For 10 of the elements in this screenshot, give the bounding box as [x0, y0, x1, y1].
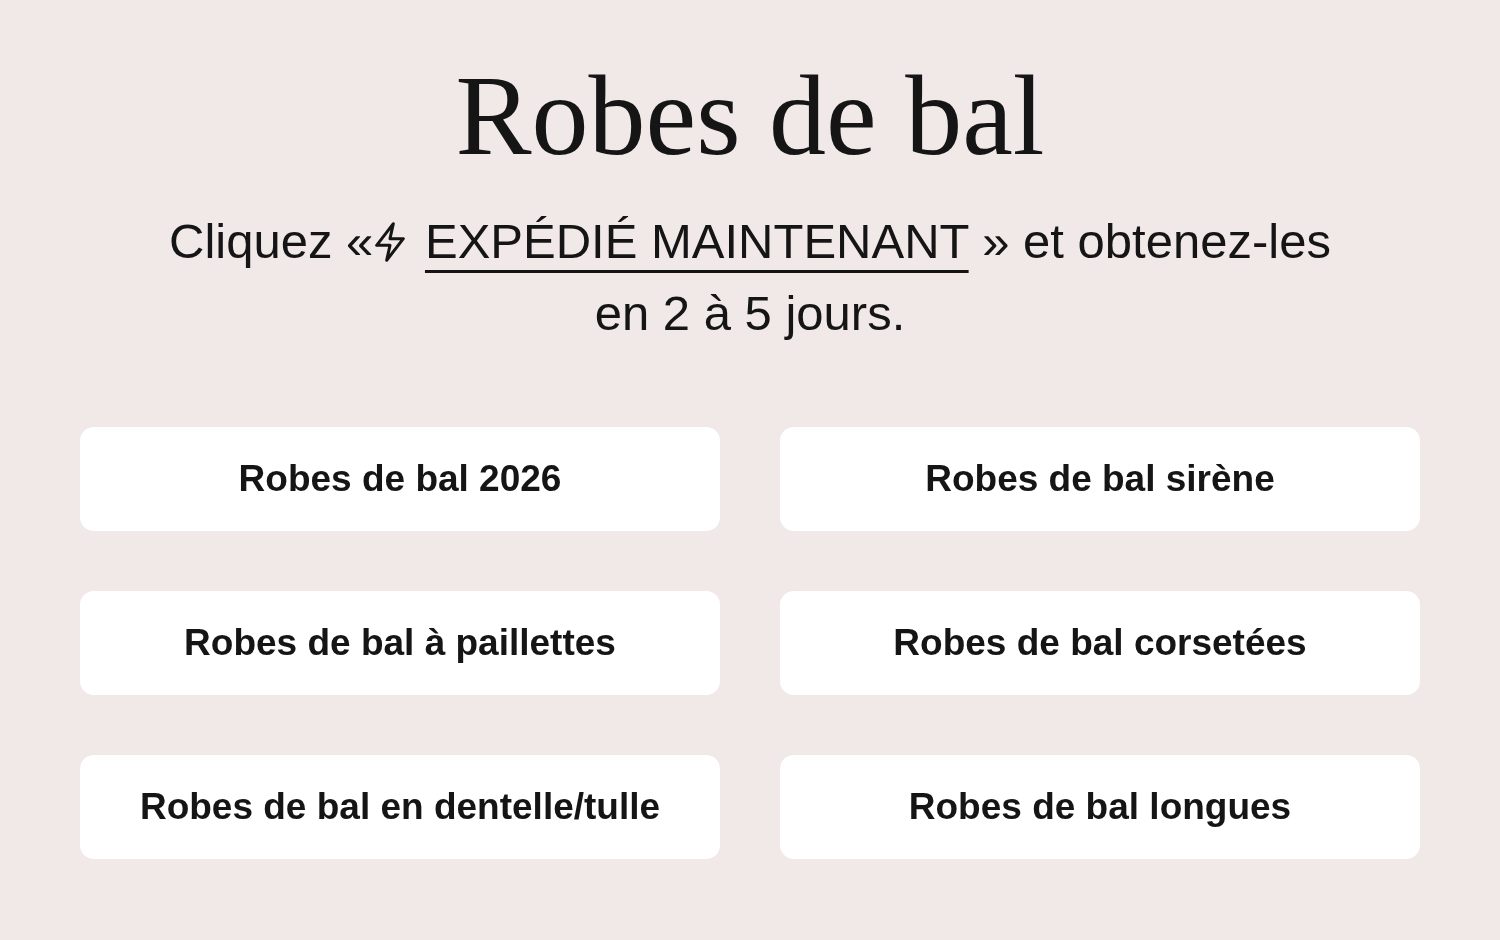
lightning-icon	[373, 222, 408, 263]
category-button[interactable]: Robes de bal corsetées	[780, 591, 1420, 696]
shipping-note: Cliquez « EXPÉDIÉ MAINTENANT » et obtenez-les en 2 à 5 jours.	[168, 213, 1332, 343]
ship-now-link[interactable]: EXPÉDIÉ MAINTENANT	[424, 214, 969, 269]
page-title: Robes de bal	[454, 54, 1046, 178]
category-button[interactable]: Robes de bal longues	[780, 755, 1420, 860]
category-button[interactable]: Robes de bal en dentelle/tulle	[80, 755, 720, 860]
category-button[interactable]: Robes de bal 2026	[80, 427, 720, 532]
category-button[interactable]: Robes de bal sirène	[780, 427, 1420, 532]
category-button[interactable]: Robes de bal à paillettes	[80, 591, 720, 696]
